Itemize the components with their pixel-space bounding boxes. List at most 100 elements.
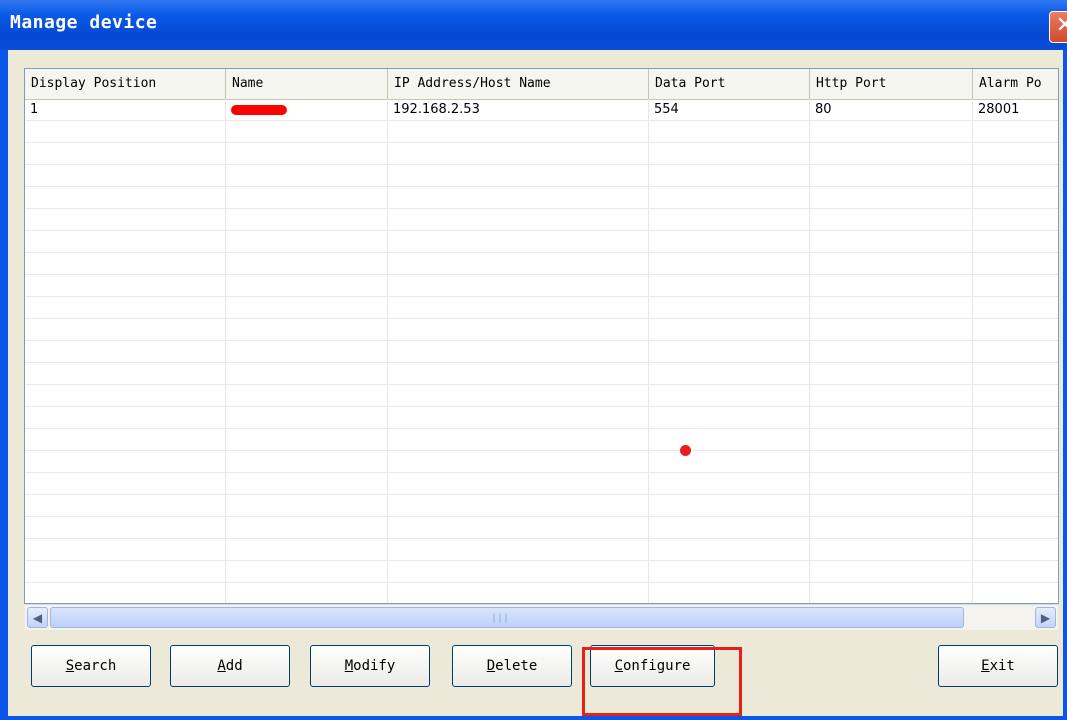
column-ip-address[interactable]: IP Address/Host Name (388, 69, 649, 99)
cell-empty (388, 121, 649, 142)
cell-empty (388, 561, 649, 582)
cell-empty (226, 517, 388, 538)
cell-empty (649, 341, 810, 362)
device-list[interactable]: Display Position Name IP Address/Host Na… (24, 68, 1059, 604)
cell-empty (973, 209, 1058, 230)
table-row-empty (25, 363, 1058, 385)
scroll-thumb[interactable]: ||| (50, 607, 964, 628)
cell-empty (25, 341, 226, 362)
exit-button[interactable]: Exit (938, 645, 1058, 687)
cell-empty (388, 495, 649, 516)
cell-empty (649, 297, 810, 318)
chevron-right-icon[interactable]: ▶ (1035, 607, 1056, 628)
chevron-left-icon[interactable]: ◀ (27, 607, 48, 628)
cell-empty (25, 187, 226, 208)
table-row-empty (25, 187, 1058, 209)
column-name[interactable]: Name (226, 69, 388, 99)
cell-empty (226, 143, 388, 164)
cell-empty (973, 275, 1058, 296)
cell-empty (25, 253, 226, 274)
cell-empty (649, 165, 810, 186)
cell-empty (388, 143, 649, 164)
cell-empty (25, 539, 226, 560)
cell-empty (973, 121, 1058, 142)
cell-empty (973, 495, 1058, 516)
column-http-port[interactable]: Http Port (810, 69, 973, 99)
column-alarm-port[interactable]: Alarm Po (973, 69, 1058, 99)
close-icon[interactable]: ✕ (1049, 11, 1067, 43)
cell-empty (973, 583, 1058, 603)
cell-empty (810, 363, 973, 384)
cell-empty (388, 187, 649, 208)
cell-empty (25, 231, 226, 252)
table-row[interactable]: 1 192.168.2.53 554 80 28001 (25, 99, 1058, 121)
cell-empty (226, 473, 388, 494)
title-bar[interactable]: Manage device ✕ (0, 0, 1067, 50)
cell-empty (226, 187, 388, 208)
cell-empty (226, 495, 388, 516)
cell-empty (810, 473, 973, 494)
cell-empty (388, 363, 649, 384)
exit-button-label: Exit (981, 658, 1015, 674)
add-button[interactable]: Add (170, 645, 290, 687)
cell-empty (25, 561, 226, 582)
cell-empty (810, 495, 973, 516)
cell-empty (226, 209, 388, 230)
cell-empty (388, 385, 649, 406)
cell-empty (25, 143, 226, 164)
cell-empty (25, 583, 226, 603)
cell-empty (388, 341, 649, 362)
cell-empty (973, 319, 1058, 340)
horizontal-scrollbar[interactable]: ◀ ||| ▶ (25, 604, 1058, 630)
red-marker-dot (680, 445, 691, 456)
cell-empty (973, 429, 1058, 450)
cell-empty (649, 319, 810, 340)
modify-button[interactable]: Modify (310, 645, 430, 687)
search-button[interactable]: Search (31, 645, 151, 687)
cell-empty (649, 209, 810, 230)
cell-empty (649, 385, 810, 406)
cell-empty (25, 407, 226, 428)
cell-empty (973, 407, 1058, 428)
cell-empty (973, 143, 1058, 164)
column-data-port[interactable]: Data Port (649, 69, 810, 99)
table-row-empty (25, 495, 1058, 517)
cell-empty (810, 121, 973, 142)
cell-empty (25, 363, 226, 384)
cell-empty (649, 473, 810, 494)
table-row-empty (25, 341, 1058, 363)
table-row-empty (25, 539, 1058, 561)
delete-button-label: Delete (486, 658, 538, 674)
cell-empty (649, 143, 810, 164)
cell-empty (973, 517, 1058, 538)
cell-empty (810, 407, 973, 428)
cell-empty (388, 165, 649, 186)
cell-empty (810, 209, 973, 230)
cell-empty (226, 363, 388, 384)
cell-empty (388, 319, 649, 340)
cell-empty (973, 473, 1058, 494)
cell-empty (973, 363, 1058, 384)
cell-empty (25, 517, 226, 538)
delete-button[interactable]: Delete (452, 645, 572, 687)
cell-empty (649, 187, 810, 208)
window-title: Manage device (10, 12, 158, 33)
cell-empty (226, 275, 388, 296)
table-row-empty (25, 165, 1058, 187)
cell-empty (226, 561, 388, 582)
cell-empty (810, 319, 973, 340)
add-button-label: Add (217, 658, 243, 674)
cell-empty (649, 121, 810, 142)
cell-empty (388, 429, 649, 450)
cell-empty (810, 429, 973, 450)
cell-empty (973, 187, 1058, 208)
cell-empty (25, 429, 226, 450)
cell-empty (226, 297, 388, 318)
table-row-empty (25, 561, 1058, 583)
cell-empty (649, 583, 810, 603)
cell-empty (388, 473, 649, 494)
cell-empty (810, 143, 973, 164)
cell-empty (973, 451, 1058, 472)
cell-data-port: 554 (649, 99, 810, 120)
column-display-position[interactable]: Display Position (25, 69, 226, 99)
